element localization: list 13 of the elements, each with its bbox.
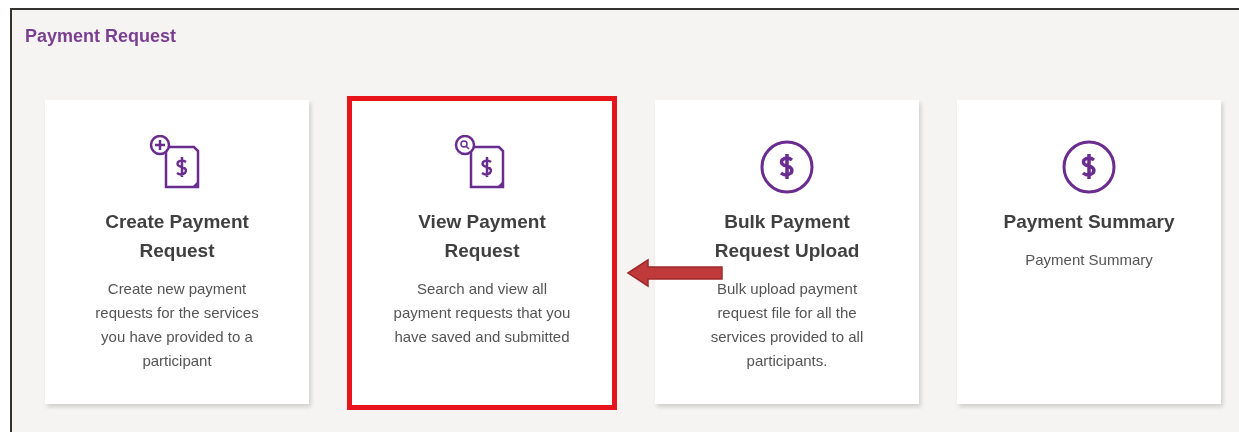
option-card[interactable]: View Payment Request Search and view all payment requests that you have saved and submitted (347, 96, 617, 410)
card-title: Payment Summary (1003, 210, 1175, 234)
card-title: Bulk Payment Request Upload (713, 210, 861, 263)
option-card[interactable]: Bulk Payment Request Upload Bulk upload payment request file for all the services provided to all participants. (655, 100, 919, 404)
card-description: Bulk upload payment request file for all the services provided to all participants. (709, 279, 865, 371)
option-card[interactable]: Payment Summary Payment Summary (957, 100, 1221, 404)
option-card[interactable]: Create Payment Request Create new payment requests for the services you have provided to a participant (45, 100, 309, 404)
card-description: Search and view all payment requests that you have saved and submitted (392, 279, 572, 347)
card-description: Create new payment requests for the services you have provided to a participant (94, 279, 260, 371)
card-title: Create Payment Request (104, 210, 250, 263)
card-description: Payment Summary (1025, 250, 1153, 270)
card-title: View Payment Request (417, 210, 547, 263)
page-title: Payment Request (24, 25, 178, 48)
